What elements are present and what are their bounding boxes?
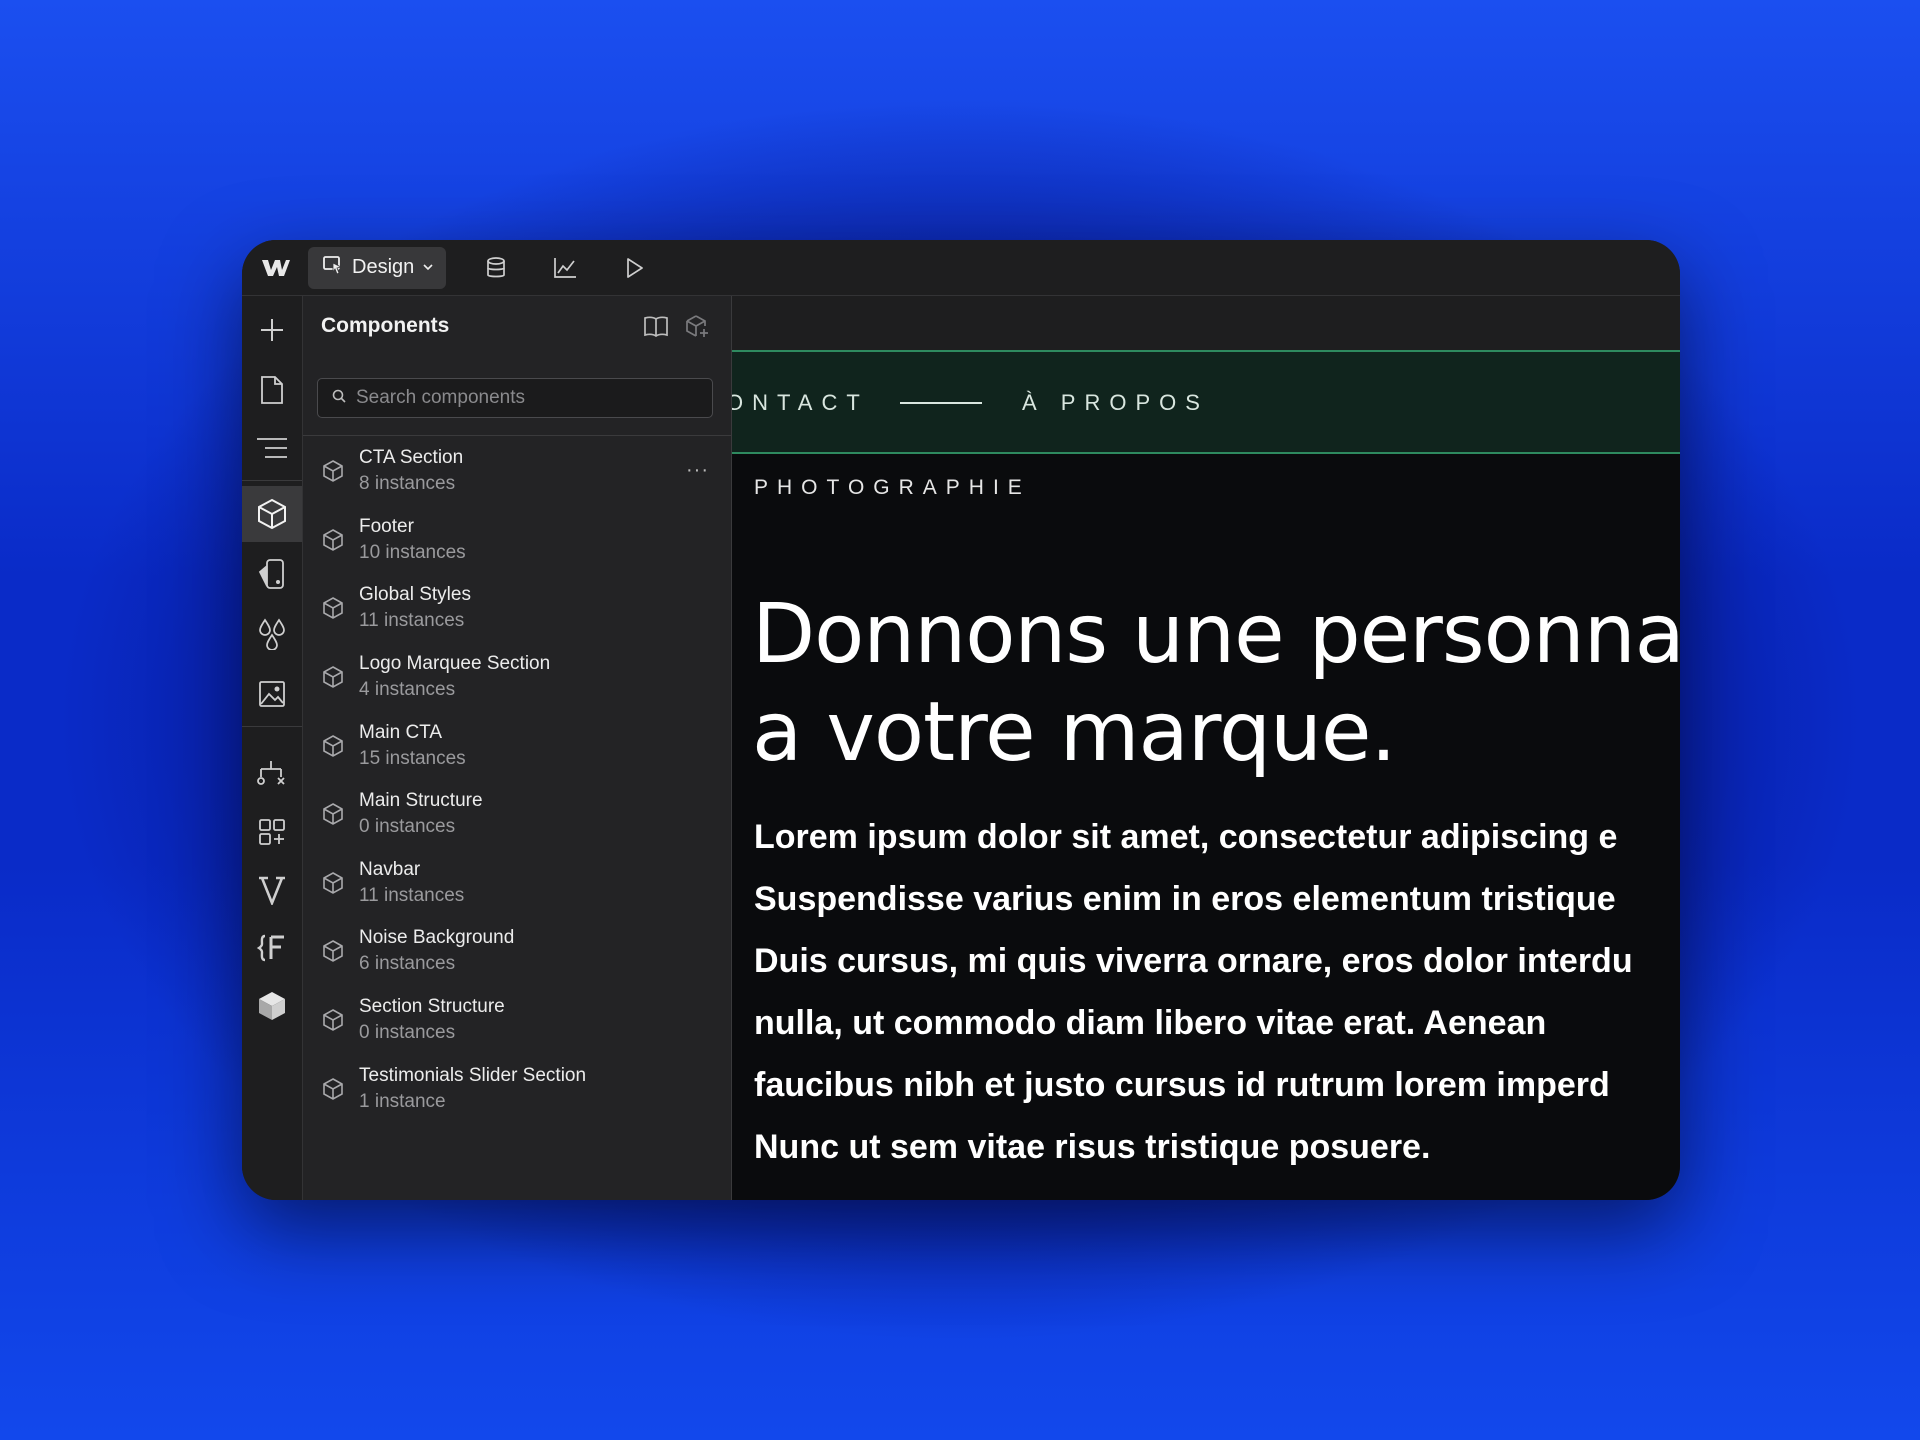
instance-count: 6 instances: [359, 953, 456, 975]
headline-line: a votre marque.: [752, 685, 1397, 780]
assets-icon[interactable]: [242, 666, 302, 722]
instance-count: 1 instance: [359, 1090, 446, 1112]
navigator-icon[interactable]: [242, 420, 302, 476]
component-icon: [319, 526, 347, 554]
component-icon: [319, 937, 347, 965]
components-panel: Components CTA Section 8 instances ···: [303, 296, 732, 1200]
preview-play-icon[interactable]: [612, 246, 656, 290]
paragraph-line: nulla, ut commodo diam libero vitae erat…: [754, 1004, 1547, 1042]
add-component-icon[interactable]: [685, 314, 711, 343]
webflow-logo-icon[interactable]: [254, 246, 298, 290]
designer-window: Design Components Search components CTA …: [242, 240, 1680, 1200]
component-icon: [319, 1006, 347, 1034]
left-icon-rail: [242, 296, 303, 1200]
component-icon: [319, 869, 347, 897]
component-name: Footer: [359, 515, 414, 537]
design-canvas[interactable]: ONTACT À PROPOS PHOTOGRAPHIE Donnons une…: [732, 296, 1680, 1200]
analytics-chart-icon[interactable]: [543, 246, 587, 290]
component-item-main-structure[interactable]: Main Structure 0 instances: [303, 780, 731, 849]
component-item-section-structure[interactable]: Section Structure 0 instances: [303, 986, 731, 1055]
panel-separator: [303, 435, 731, 436]
instance-count: 10 instances: [359, 541, 466, 563]
design-mode-button[interactable]: Design: [308, 246, 447, 289]
component-item-footer[interactable]: Footer 10 instances: [303, 506, 731, 575]
instance-count: 0 instances: [359, 816, 456, 838]
headline-line: Donnons une personnalit: [752, 587, 1680, 682]
panel-actions: [643, 314, 711, 343]
v-plugin-icon[interactable]: [242, 862, 302, 918]
component-name: Testimonials Slider Section: [359, 1064, 587, 1086]
hero-paragraph: Lorem ipsum dolor sit amet, consectetur …: [754, 806, 1680, 1178]
add-icon[interactable]: [242, 302, 302, 358]
component-name: Main Structure: [359, 790, 483, 812]
component-name: Main CTA: [359, 721, 443, 743]
component-name: Noise Background: [359, 927, 515, 949]
style-manager-icon[interactable]: [242, 546, 302, 602]
database-icon[interactable]: [474, 246, 518, 290]
paragraph-line: faucibus nibh et justo cursus id rutrum …: [754, 1066, 1610, 1104]
variables-icon[interactable]: [242, 606, 302, 662]
instance-count: 11 instances: [359, 884, 465, 906]
component-item-cta-section[interactable]: CTA Section 8 instances ···: [303, 437, 731, 506]
components-icon[interactable]: [242, 486, 302, 542]
apps-icon[interactable]: [242, 804, 302, 860]
search-icon: [332, 389, 346, 408]
instance-count: 11 instances: [359, 610, 465, 632]
instance-count: 4 instances: [359, 679, 456, 701]
component-item-noise-background[interactable]: Noise Background 6 instances: [303, 917, 731, 986]
site-navbar[interactable]: ONTACT À PROPOS: [732, 350, 1680, 454]
component-icon: [319, 663, 347, 691]
instance-count: 15 instances: [359, 747, 466, 769]
box-icon[interactable]: [242, 978, 302, 1034]
rail-separator: [242, 726, 302, 727]
finsweet-icon[interactable]: [242, 920, 302, 976]
component-item-testimonials-slider-section[interactable]: Testimonials Slider Section 1 instance: [303, 1054, 731, 1123]
instance-count: 8 instances: [359, 473, 456, 495]
paragraph-line: Suspendisse varius enim in eros elementu…: [754, 880, 1616, 918]
canvas-header-bar: [732, 296, 1680, 350]
component-list: CTA Section 8 instances ··· Footer 10 inst…: [303, 437, 731, 1123]
page-icon[interactable]: [242, 362, 302, 418]
nav-link-contact[interactable]: ONTACT: [732, 390, 869, 416]
instance-count: 0 instances: [359, 1022, 456, 1044]
component-name: Logo Marquee Section: [359, 653, 551, 675]
component-name: Navbar: [359, 858, 421, 880]
component-item-main-cta[interactable]: Main CTA 15 instances: [303, 711, 731, 780]
more-options-icon[interactable]: ···: [686, 459, 709, 482]
paragraph-line: Nunc ut sem vitae risus tristique posuer…: [754, 1128, 1431, 1166]
design-mode-label: Design: [352, 256, 415, 278]
nav-divider-line: [900, 402, 982, 404]
logic-icon[interactable]: [242, 746, 302, 802]
search-input[interactable]: [354, 386, 698, 410]
component-name: Section Structure: [359, 996, 505, 1018]
component-icon: [319, 1075, 347, 1103]
component-name: CTA Section: [359, 447, 464, 469]
component-icon: [319, 800, 347, 828]
hero-headline: Donnons une personnalit a votre marque.: [752, 586, 1680, 782]
component-icon: [319, 457, 347, 485]
eyebrow-text: PHOTOGRAPHIE: [754, 476, 1031, 499]
cursor-select-icon: [322, 254, 344, 282]
component-item-global-styles[interactable]: Global Styles 11 instances: [303, 574, 731, 643]
paragraph-line: Lorem ipsum dolor sit amet, consectetur …: [754, 818, 1618, 856]
nav-link-a-propos[interactable]: À PROPOS: [1022, 390, 1209, 416]
component-icon: [319, 732, 347, 760]
paragraph-line: Duis cursus, mi quis viverra ornare, ero…: [754, 942, 1633, 980]
panel-title: Components: [321, 314, 450, 337]
component-icon: [319, 594, 347, 622]
component-item-logo-marquee-section[interactable]: Logo Marquee Section 4 instances: [303, 643, 731, 712]
chevron-down-icon: [422, 256, 434, 279]
search-components[interactable]: [317, 378, 713, 418]
rail-separator: [242, 480, 302, 481]
component-name: Global Styles: [359, 584, 471, 606]
top-toolbar: Design: [242, 240, 1680, 296]
book-icon[interactable]: [643, 314, 669, 343]
component-item-navbar[interactable]: Navbar 11 instances: [303, 849, 731, 918]
